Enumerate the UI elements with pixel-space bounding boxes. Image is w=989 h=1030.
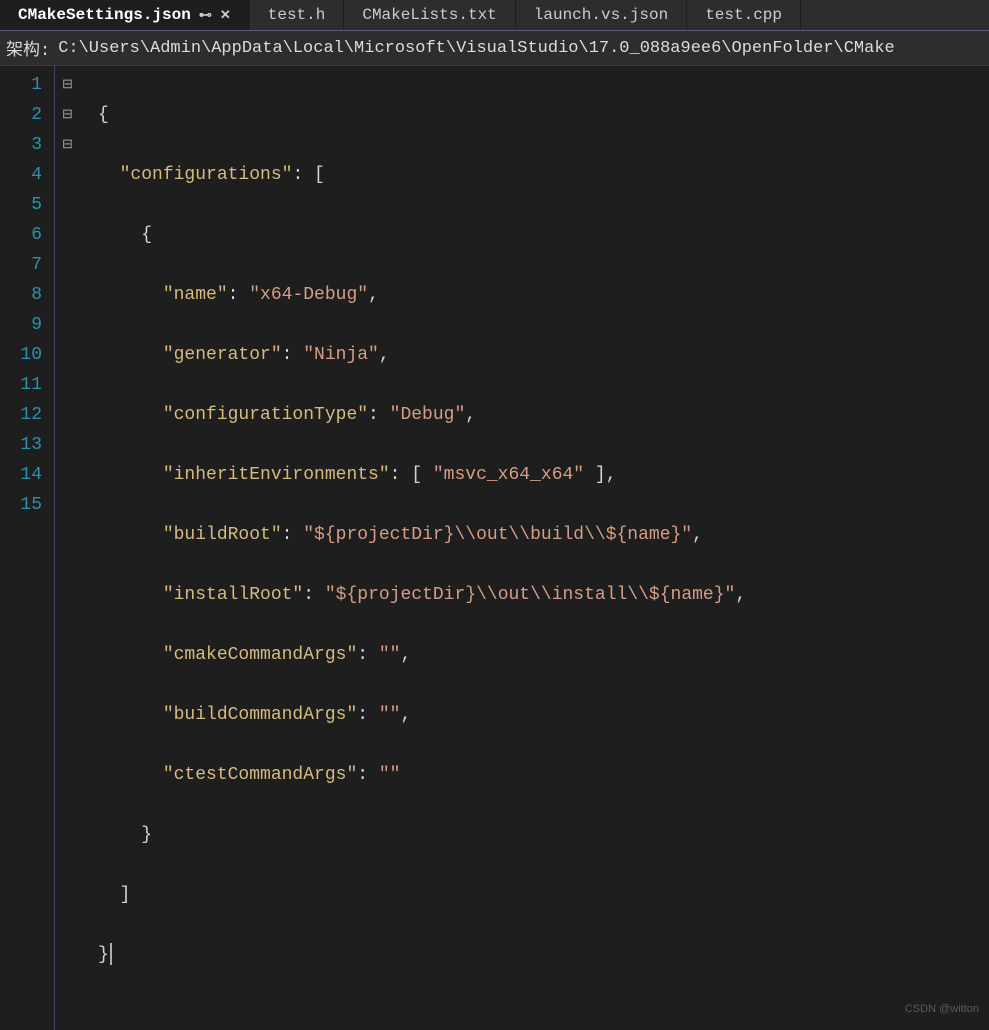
code-content[interactable]: { "configurations": [ { "name": "x64-Deb… — [80, 66, 746, 1030]
fold-toggle — [55, 340, 80, 370]
code-line[interactable]: ] — [98, 880, 746, 910]
fold-toggle — [55, 370, 80, 400]
json-value: "" — [379, 705, 401, 725]
fold-toggle — [55, 280, 80, 310]
fold-toggle — [55, 250, 80, 280]
tab-label: launch.vs.json — [534, 6, 668, 24]
line-number: 14 — [0, 460, 42, 490]
code-line[interactable]: { — [98, 220, 746, 250]
schema-path: C:\Users\Admin\AppData\Local\Microsoft\V… — [58, 39, 895, 58]
code-line[interactable]: "buildCommandArgs": "", — [98, 700, 746, 730]
editor-area[interactable]: 1 2 3 4 5 6 7 8 9 10 11 12 13 14 15 ⊟ ⊟ … — [0, 66, 989, 1030]
tab-launch-vs[interactable]: launch.vs.json — [516, 0, 687, 30]
code-line[interactable]: { — [98, 100, 746, 130]
line-number: 7 — [0, 250, 42, 280]
line-number: 1 — [0, 70, 42, 100]
line-number: 5 — [0, 190, 42, 220]
code-line[interactable]: "name": "x64-Debug", — [98, 280, 746, 310]
line-number: 12 — [0, 400, 42, 430]
json-key: "generator" — [163, 345, 282, 365]
line-number: 3 — [0, 130, 42, 160]
line-number: 9 — [0, 310, 42, 340]
json-value: "" — [379, 645, 401, 665]
fold-toggle — [55, 430, 80, 460]
json-value: "${projectDir}\\out\\build\\${name}" — [303, 525, 692, 545]
fold-toggle — [55, 460, 80, 490]
json-value: "msvc_x64_x64" — [433, 465, 584, 485]
close-icon[interactable]: ✕ — [220, 8, 231, 23]
line-number: 4 — [0, 160, 42, 190]
line-number: 10 — [0, 340, 42, 370]
fold-gutter: ⊟ ⊟ ⊟ — [55, 66, 80, 1030]
text-cursor — [110, 943, 112, 965]
fold-toggle — [55, 400, 80, 430]
brace: { — [98, 105, 109, 125]
fold-toggle — [55, 310, 80, 340]
code-line[interactable]: "buildRoot": "${projectDir}\\out\\build\… — [98, 520, 746, 550]
tab-cmakelists[interactable]: CMakeLists.txt — [344, 0, 515, 30]
code-line[interactable]: "generator": "Ninja", — [98, 340, 746, 370]
fold-toggle — [55, 160, 80, 190]
json-key: "buildRoot" — [163, 525, 282, 545]
json-key: "configurationType" — [163, 405, 368, 425]
code-line[interactable]: } — [98, 940, 746, 970]
tab-bar: CMakeSettings.json ⊷ ✕ test.h CMakeLists… — [0, 0, 989, 31]
json-key: "name" — [163, 285, 228, 305]
tab-label: CMakeLists.txt — [362, 6, 496, 24]
json-key: "inheritEnvironments" — [163, 465, 390, 485]
json-value: "${projectDir}\\out\\install\\${name}" — [325, 585, 735, 605]
brace: } — [98, 945, 109, 965]
code-line[interactable]: "ctestCommandArgs": "" — [98, 760, 746, 790]
tab-cmakesettings[interactable]: CMakeSettings.json ⊷ ✕ — [0, 0, 250, 30]
fold-toggle[interactable]: ⊟ — [55, 70, 80, 100]
line-number-gutter: 1 2 3 4 5 6 7 8 9 10 11 12 13 14 15 — [0, 66, 55, 1030]
fold-toggle — [55, 190, 80, 220]
tab-label: CMakeSettings.json — [18, 6, 191, 24]
brace: { — [141, 225, 152, 245]
json-key: "configurations" — [120, 165, 293, 185]
code-line[interactable]: "cmakeCommandArgs": "", — [98, 640, 746, 670]
tab-label: test.cpp — [705, 6, 782, 24]
json-key: "cmakeCommandArgs" — [163, 645, 357, 665]
brace: } — [141, 825, 152, 845]
pin-icon[interactable]: ⊷ — [199, 8, 212, 23]
line-number: 6 — [0, 220, 42, 250]
line-number: 11 — [0, 370, 42, 400]
code-line[interactable]: "inheritEnvironments": [ "msvc_x64_x64" … — [98, 460, 746, 490]
json-value: "x64-Debug" — [249, 285, 368, 305]
tab-test-h[interactable]: test.h — [250, 0, 345, 30]
line-number: 2 — [0, 100, 42, 130]
json-key: "buildCommandArgs" — [163, 705, 357, 725]
code-line[interactable]: } — [98, 820, 746, 850]
fold-toggle[interactable]: ⊟ — [55, 100, 80, 130]
schema-pathbar: 架构: C:\Users\Admin\AppData\Local\Microso… — [0, 31, 989, 66]
fold-toggle — [55, 490, 80, 520]
fold-toggle[interactable]: ⊟ — [55, 130, 80, 160]
code-line[interactable]: "configurationType": "Debug", — [98, 400, 746, 430]
schema-label: 架构: — [6, 35, 50, 61]
watermark: CSDN @witton — [905, 994, 979, 1024]
fold-toggle — [55, 220, 80, 250]
line-number: 15 — [0, 490, 42, 520]
json-key: "installRoot" — [163, 585, 303, 605]
line-number: 8 — [0, 280, 42, 310]
code-line[interactable]: "configurations": [ — [98, 160, 746, 190]
punct: : [ — [292, 165, 324, 185]
line-number: 13 — [0, 430, 42, 460]
tab-label: test.h — [268, 6, 326, 24]
tab-test-cpp[interactable]: test.cpp — [687, 0, 801, 30]
json-value: "Ninja" — [303, 345, 379, 365]
json-value: "" — [379, 765, 401, 785]
bracket: ] — [120, 885, 131, 905]
json-value: "Debug" — [390, 405, 466, 425]
json-key: "ctestCommandArgs" — [163, 765, 357, 785]
code-line[interactable]: "installRoot": "${projectDir}\\out\\inst… — [98, 580, 746, 610]
